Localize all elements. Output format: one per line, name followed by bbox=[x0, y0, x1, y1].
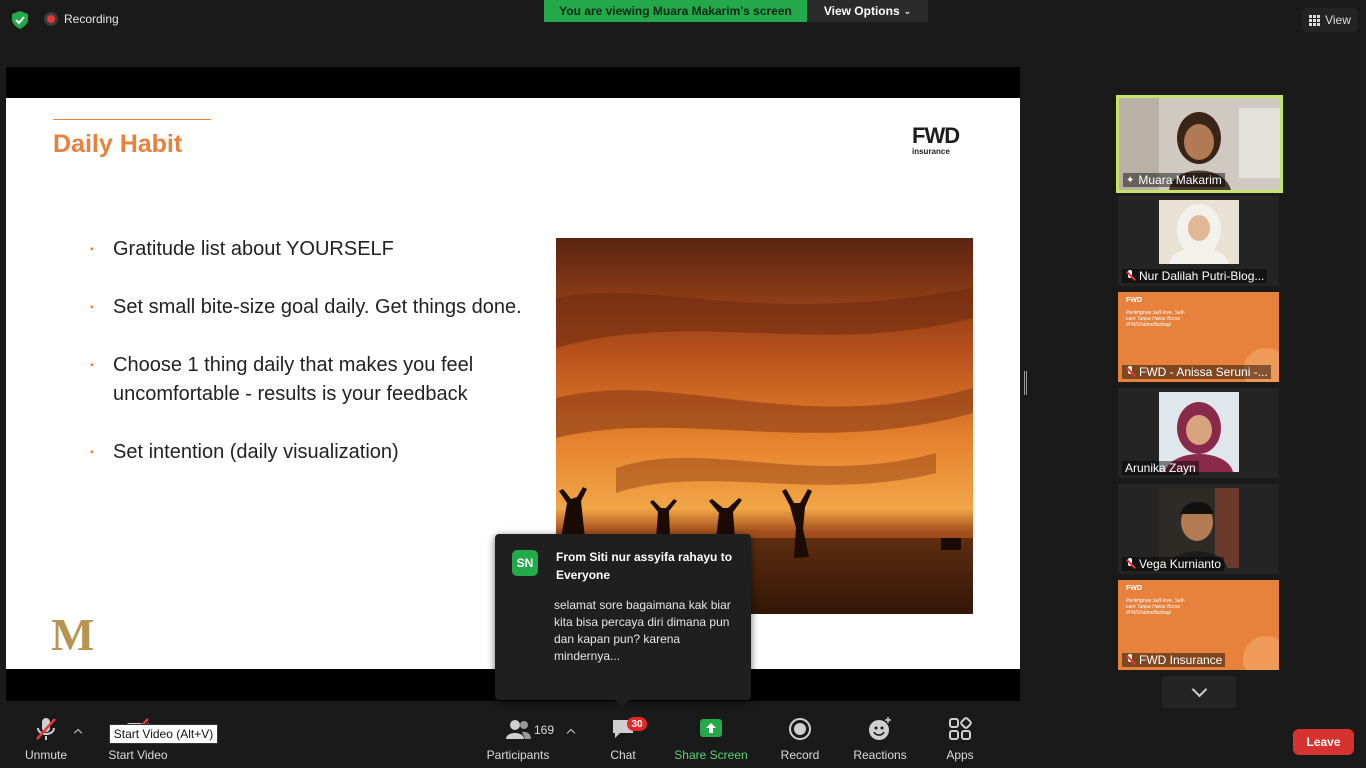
participant-tile[interactable]: Arunika Zayn bbox=[1118, 388, 1279, 478]
muted-mic-icon bbox=[1125, 654, 1135, 666]
bullet-item: Set small bite-size goal daily. Get thin… bbox=[90, 293, 530, 322]
start-video-label: Start Video bbox=[108, 748, 168, 762]
viewing-screen-banner: You are viewing Muara Makarim's screen bbox=[544, 0, 807, 22]
card-brand: FWD bbox=[1126, 297, 1142, 304]
view-button[interactable]: View bbox=[1302, 8, 1358, 32]
bullet-item: Choose 1 thing daily that makes you feel… bbox=[90, 351, 530, 409]
unmute-label: Unmute bbox=[24, 748, 68, 762]
share-screen-button[interactable]: Share Screen bbox=[672, 712, 750, 768]
card-decoration bbox=[1243, 636, 1279, 670]
unmute-button[interactable]: Unmute bbox=[18, 712, 74, 768]
participant-tile[interactable]: FWD Pentingnya Self-love, Self-care Tanp… bbox=[1118, 292, 1279, 382]
scroll-participants-down-button[interactable] bbox=[1162, 676, 1236, 708]
participant-video bbox=[1159, 392, 1239, 472]
fwd-logo-subtext: insurance bbox=[912, 147, 950, 156]
apps-icon bbox=[949, 717, 972, 740]
muted-mic-icon bbox=[1125, 366, 1135, 378]
view-label: View bbox=[1325, 13, 1351, 27]
muted-mic-icon bbox=[1125, 270, 1135, 282]
muted-mic-icon bbox=[1125, 558, 1135, 570]
participants-count: 169 bbox=[534, 723, 555, 737]
bullet-item: Gratitude list about YOURSELF bbox=[90, 235, 530, 264]
participant-tile[interactable]: ✦ Muara Makarim bbox=[1116, 95, 1283, 193]
participant-video bbox=[1159, 488, 1239, 568]
security-shield-icon[interactable] bbox=[12, 11, 28, 29]
record-button[interactable]: Record bbox=[776, 712, 824, 768]
record-label: Record bbox=[780, 748, 820, 762]
fwd-logo-text: FWD bbox=[912, 123, 960, 148]
m-brand-logo: M bbox=[51, 609, 95, 660]
participant-tile[interactable]: Nur Dalilah Putri-Blog... bbox=[1118, 196, 1279, 286]
reactions-smiley-icon bbox=[869, 717, 891, 740]
participant-name: Muara Makarim bbox=[1138, 173, 1222, 187]
chat-label: Chat bbox=[610, 748, 636, 762]
pin-icon: ✦ bbox=[1126, 174, 1135, 186]
share-screen-label: Share Screen bbox=[674, 748, 748, 762]
view-options-label: View Options bbox=[823, 4, 900, 18]
participant-name-tag: ✦ Muara Makarim bbox=[1123, 173, 1225, 187]
participant-name-tag: Nur Dalilah Putri-Blog... bbox=[1122, 269, 1268, 283]
apps-label: Apps bbox=[946, 748, 974, 762]
top-bar: Recording You are viewing Muara Makarim'… bbox=[0, 0, 1366, 40]
slide-title: Daily Habit bbox=[53, 130, 183, 158]
view-options-button[interactable]: View Options ⌄ bbox=[807, 0, 928, 22]
record-icon bbox=[789, 718, 811, 740]
chat-sender: From Siti nur assyifa rahayu to Everyone bbox=[556, 550, 733, 582]
chevron-down-icon: ⌄ bbox=[903, 5, 912, 16]
reactions-label: Reactions bbox=[853, 748, 907, 762]
participant-name: FWD - Anissa Seruni -... bbox=[1139, 365, 1268, 379]
bullet-item: Set intention (daily visualization) bbox=[90, 438, 530, 467]
participants-button[interactable]: Participants bbox=[484, 712, 552, 768]
zoom-meeting-window: { "topbar": { "recording_label": "Record… bbox=[0, 0, 1366, 768]
participant-name: Arunika Zayn bbox=[1125, 461, 1196, 475]
fwd-logo: FWD insurance bbox=[912, 125, 976, 159]
bullet-list: Gratitude list about YOURSELF Set small … bbox=[90, 235, 530, 496]
participant-name-tag: Arunika Zayn bbox=[1122, 461, 1199, 475]
muted-microphone-icon bbox=[36, 718, 56, 740]
participants-label: Participants bbox=[486, 748, 550, 762]
reactions-button[interactable]: Reactions bbox=[850, 712, 910, 768]
participant-tile[interactable]: Vega Kurnianto bbox=[1118, 484, 1279, 574]
chat-unread-badge: 30 bbox=[627, 717, 647, 731]
share-screen-icon bbox=[700, 719, 722, 737]
participant-name-tag: FWD Insurance bbox=[1122, 653, 1226, 667]
participant-video bbox=[1159, 200, 1239, 264]
start-video-tooltip: Start Video (Alt+V) bbox=[109, 724, 218, 744]
card-brand: FWD bbox=[1126, 585, 1142, 592]
participant-name: Vega Kurnianto bbox=[1139, 557, 1222, 571]
recording-label: Recording bbox=[64, 12, 119, 26]
participant-name-tag: Vega Kurnianto bbox=[1122, 557, 1225, 571]
panel-resize-handle[interactable] bbox=[1024, 371, 1027, 395]
card-headline: Pentingnya Self-love, Self-care Tanpa Ha… bbox=[1126, 598, 1185, 616]
chat-notification-popup[interactable]: SN From Siti nur assyifa rahayu to Every… bbox=[495, 534, 751, 707]
apps-button[interactable]: Apps bbox=[940, 712, 980, 768]
leave-button[interactable]: Leave bbox=[1293, 729, 1354, 755]
recording-indicator[interactable]: Recording bbox=[44, 12, 119, 26]
card-headline: Pentingnya Self-love, Self-care Tanpa Ha… bbox=[1126, 310, 1185, 328]
sender-avatar: SN bbox=[512, 550, 538, 576]
audio-options-caret-icon[interactable] bbox=[73, 728, 83, 738]
participants-icon bbox=[506, 720, 531, 739]
title-rule bbox=[53, 119, 211, 120]
participant-tile[interactable]: FWD Pentingnya Self-love, Self-care Tanp… bbox=[1118, 580, 1279, 670]
participant-name-tag: FWD - Anissa Seruni -... bbox=[1122, 365, 1271, 379]
chat-message: selamat sore bagaimana kak biar kita bis… bbox=[554, 598, 731, 663]
participants-options-caret-icon[interactable] bbox=[566, 728, 576, 738]
grid-view-icon bbox=[1309, 14, 1321, 26]
participant-name: Nur Dalilah Putri-Blog... bbox=[1139, 269, 1265, 283]
participant-name: FWD Insurance bbox=[1139, 653, 1223, 667]
recording-icon bbox=[44, 12, 58, 26]
